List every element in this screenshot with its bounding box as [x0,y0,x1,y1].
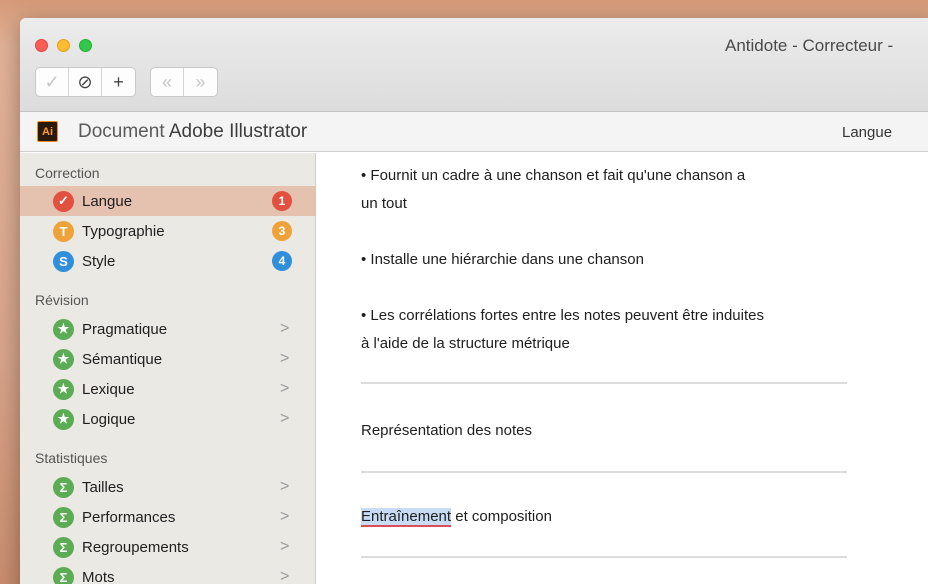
star-icon: ★ [53,318,74,340]
window-title: Antidote - Correcteur - [725,36,894,55]
ignore-icon: ⊘ [77,71,93,92]
chevron-right-icon: > [280,538,290,555]
text-line: • Les corrélations fortes entre les note… [361,307,764,324]
correction-actions: ✓ ⊘ + [35,67,136,97]
check-icon: ✓ [53,190,74,212]
antidote-window: Antidote - Correcteur - ✓ ⊘ + « » Ai Doc… [20,18,928,584]
heading-rest: et composition [451,508,552,525]
sidebar-item-label: Mots [82,568,115,584]
flagged-word[interactable]: Entraînement [361,508,452,527]
document-text-area[interactable]: • Fournit un cadre à une chanson et fait… [317,153,928,584]
sidebar-item-label: Performances [82,508,176,526]
sidebar-item-performances[interactable]: Σ Performances > [20,502,316,532]
sidebar-item-label: Tailles [82,478,124,496]
chevron-right-icon: > [280,478,290,495]
section-label-correction: Correction [35,165,100,181]
section-label-revision: Révision [35,292,89,308]
sidebar-item-label: Lexique [82,380,135,398]
close-button[interactable] [35,39,48,52]
section-heading: Entraînement et composition [361,508,552,527]
next-button[interactable]: » [184,68,217,96]
sidebar-item-pragmatique[interactable]: ★ Pragmatique > [20,314,316,344]
navigation-actions: « » [150,67,218,97]
text-line: • Installe une hiérarchie dans une chans… [361,251,644,268]
correct-button[interactable]: ✓ [36,68,69,96]
title-bar: Antidote - Correcteur - ✓ ⊘ + « » [20,18,928,112]
sidebar-item-logique[interactable]: ★ Logique > [20,404,316,434]
star-icon: ★ [53,348,74,370]
sigma-icon: Σ [53,566,74,584]
chevron-right-icon: > [280,350,290,367]
section-heading: Représentation des notes [361,422,532,439]
plus-icon: + [113,71,124,92]
star-icon: ★ [53,408,74,430]
rewind-icon: « [161,71,172,92]
sidebar: Correction ✓ Langue 1 T Typographie 3 S … [20,153,316,584]
sidebar-item-label: Logique [82,410,136,428]
illustrator-icon: Ai [37,121,58,142]
star-icon: ★ [53,378,74,400]
typography-icon: T [53,220,74,242]
ignore-button[interactable]: ⊘ [69,68,102,96]
text-line: • Fournit un cadre à une chanson et fait… [361,167,746,184]
sigma-icon: Σ [53,506,74,528]
sidebar-item-mots[interactable]: Σ Mots > [20,562,316,584]
chevron-right-icon: > [280,320,290,337]
chevron-right-icon: > [280,568,290,584]
sidebar-item-regroupements[interactable]: Σ Regroupements > [20,532,316,562]
check-icon: ✓ [44,71,60,92]
count-badge: 4 [272,251,292,271]
sidebar-item-lexique[interactable]: ★ Lexique > [20,374,316,404]
chevron-right-icon: > [280,380,290,397]
document-title: Document Adobe Illustrator [78,121,307,143]
window-controls [35,39,92,52]
sidebar-item-langue[interactable]: ✓ Langue 1 [20,186,316,216]
document-title-app: Adobe Illustrator [168,121,308,142]
zoom-button[interactable] [79,39,92,52]
sidebar-item-label: Typographie [82,222,165,240]
add-button[interactable]: + [102,68,135,96]
toolbar: ✓ ⊘ + « » [35,67,218,97]
minimize-button[interactable] [57,39,70,52]
sidebar-item-label: Langue [82,192,133,210]
sidebar-item-label: Regroupements [82,538,189,556]
separator-line [361,556,847,558]
sidebar-item-tailles[interactable]: Σ Tailles > [20,472,316,502]
separator-line [361,382,847,384]
sidebar-item-label: Sémantique [82,350,163,368]
separator-line [361,471,847,473]
document-title-prefix: Document [78,121,165,142]
text-line: un tout [361,195,407,212]
style-icon: S [53,250,74,272]
sidebar-item-typographie[interactable]: T Typographie 3 [20,216,316,246]
sigma-icon: Σ [53,476,74,498]
count-badge: 1 [272,191,292,211]
sigma-icon: Σ [53,536,74,558]
sidebar-item-label: Style [82,252,116,270]
text-line: à l'aide de la structure métrique [361,335,570,352]
document-bar: Ai Document Adobe Illustrator Langue [20,112,928,152]
sidebar-item-semantique[interactable]: ★ Sémantique > [20,344,316,374]
section-label-statistiques: Statistiques [35,450,108,466]
sidebar-item-label: Pragmatique [82,320,168,338]
chevron-right-icon: > [280,410,290,427]
fast-forward-icon: » [195,71,206,92]
previous-button[interactable]: « [151,68,184,96]
count-badge: 3 [272,221,292,241]
chevron-right-icon: > [280,508,290,525]
panel-label: Langue [842,124,893,141]
sidebar-item-style[interactable]: S Style 4 [20,246,316,276]
